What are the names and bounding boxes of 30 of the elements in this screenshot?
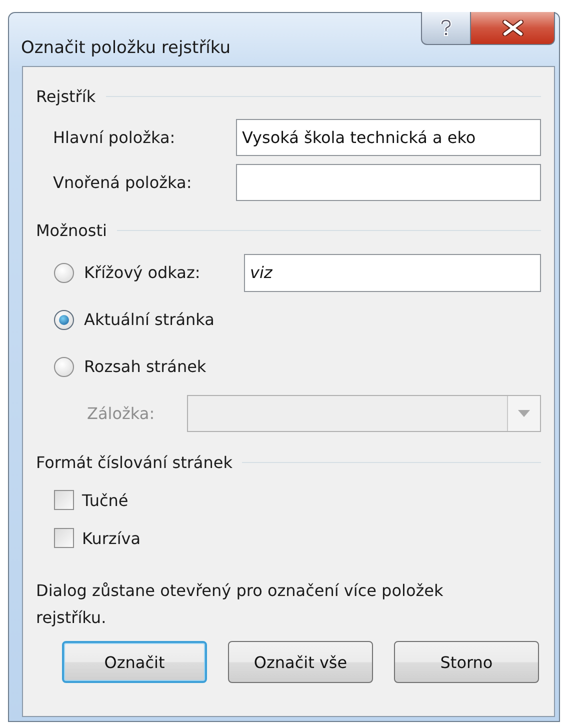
checkbox-label: Tučné — [82, 490, 128, 510]
dialog-button[interactable]: Označit vše — [228, 641, 373, 683]
help-button[interactable] — [421, 12, 471, 45]
option-label: Křížový odkaz: — [84, 263, 202, 282]
input-field[interactable] — [236, 164, 541, 201]
input-field[interactable]: Vysoká škola technická a eko — [236, 119, 541, 156]
field-label: Vnořená položka: — [53, 173, 193, 192]
option-label: Aktuální stránka — [84, 310, 216, 329]
close-button[interactable] — [471, 12, 555, 45]
radio-button[interactable] — [54, 262, 74, 282]
section-heading: Možnosti — [36, 220, 107, 240]
help-icon — [439, 19, 453, 37]
dropdown[interactable] — [187, 395, 541, 432]
dialog-button[interactable]: Storno — [394, 641, 539, 683]
radio-button[interactable] — [54, 310, 74, 330]
checkbox[interactable] — [54, 528, 74, 548]
window-title: Označit položku rejstříku — [21, 38, 231, 58]
radio-button[interactable] — [54, 356, 74, 376]
close-icon — [502, 20, 524, 36]
field-label: Hlavní položka: — [53, 128, 176, 147]
input-field[interactable]: viz — [244, 254, 541, 292]
dropdown-arrow-icon — [518, 410, 530, 417]
checkbox-label: Kurzíva — [82, 528, 141, 548]
section-heading: Rejstřík — [36, 86, 96, 106]
field-label: Záložka: — [87, 404, 156, 423]
section-heading: Formát číslování stránek — [36, 452, 232, 472]
dialog-button[interactable]: Označit — [62, 641, 207, 683]
info-text: Dialog zůstane otevřený pro označení více položek rejstříku. — [36, 580, 444, 629]
checkbox[interactable] — [54, 490, 74, 510]
option-label: Rozsah stránek — [84, 357, 208, 376]
